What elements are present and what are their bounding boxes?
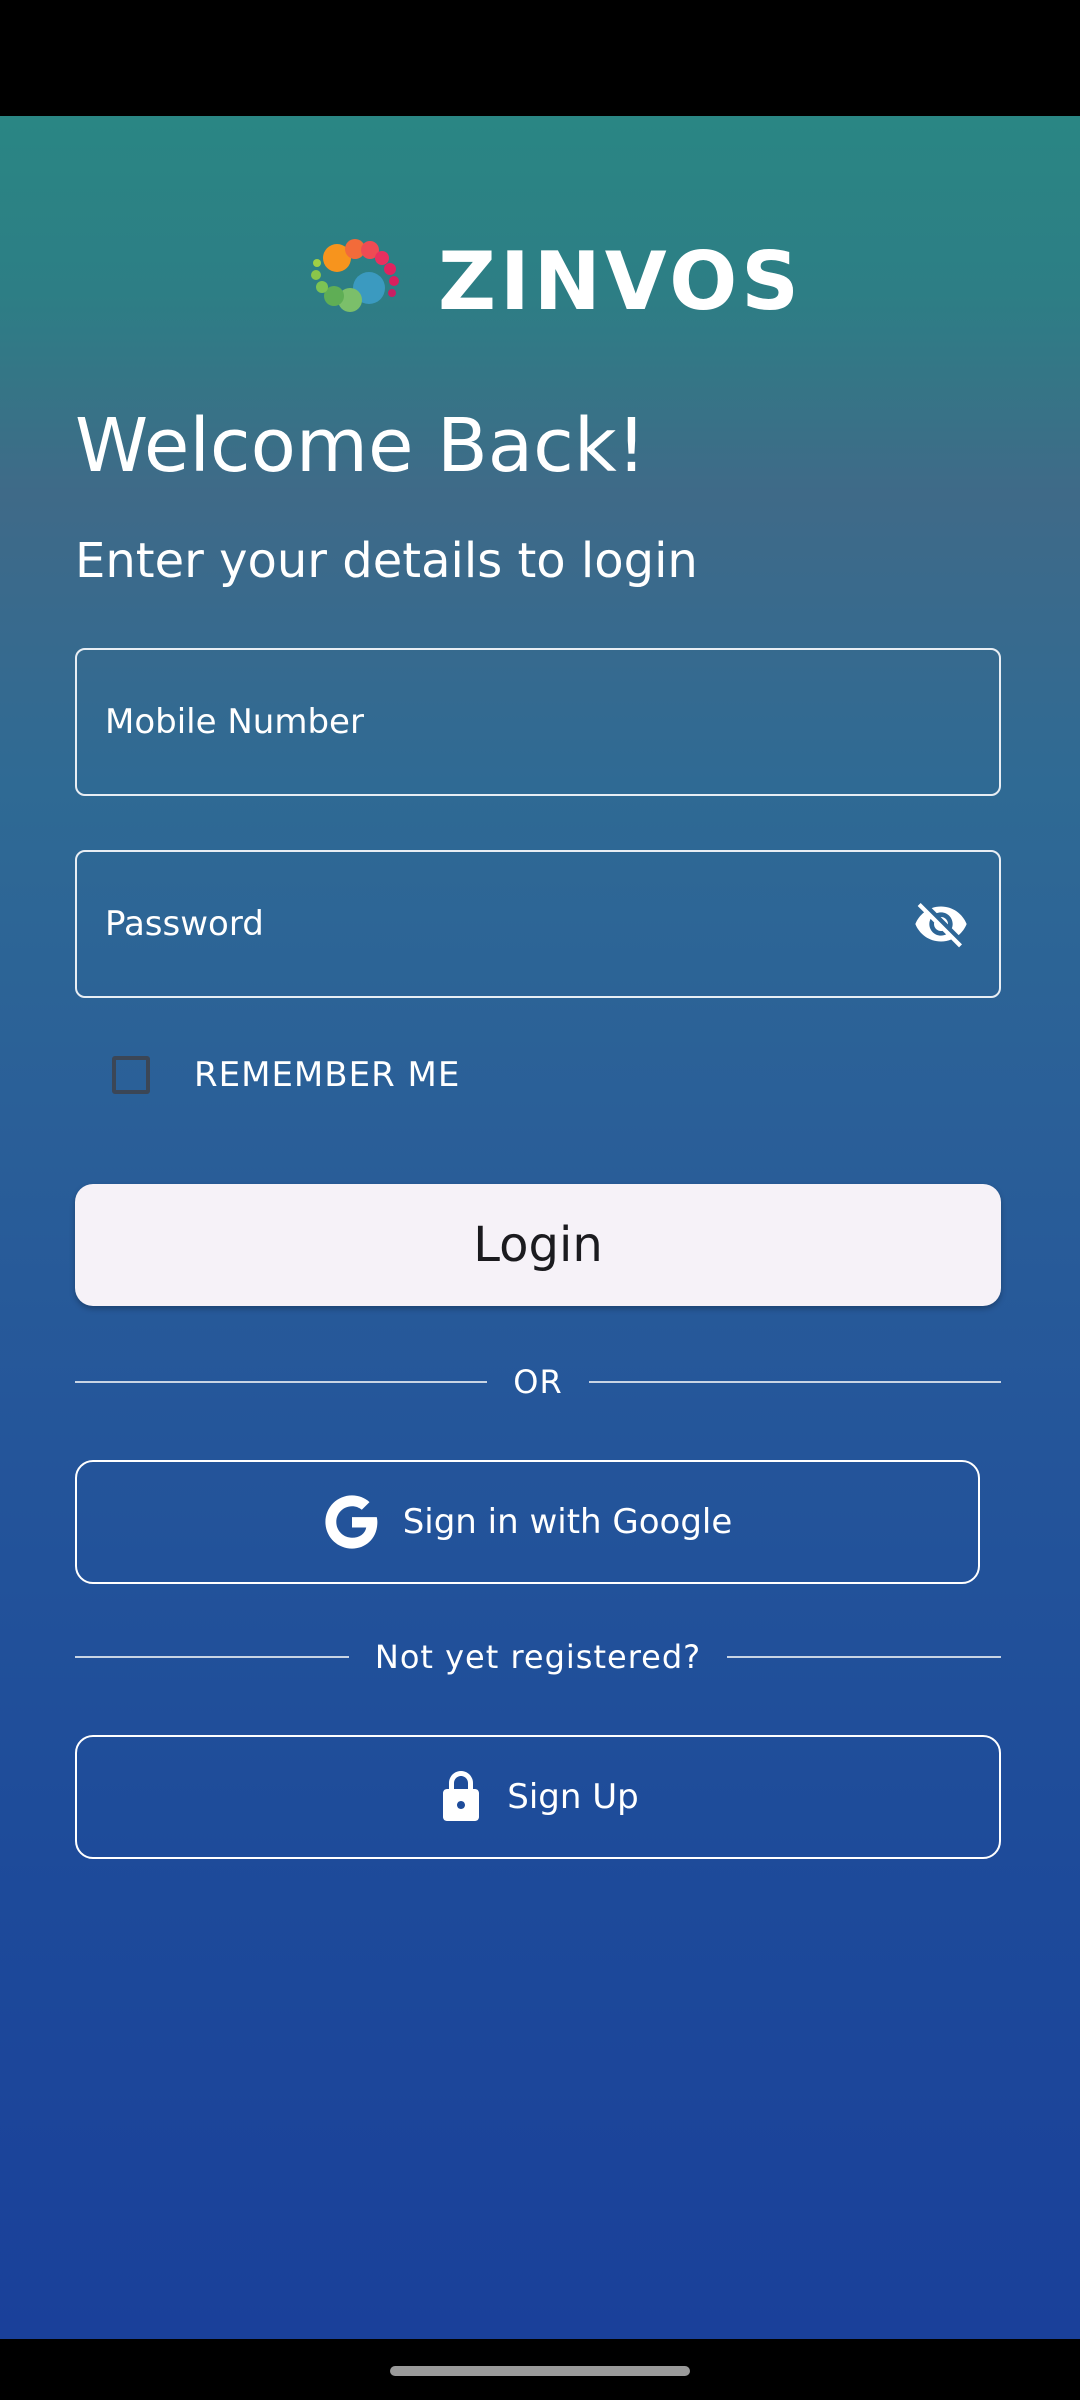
google-sign-in-button[interactable]: Sign in with Google bbox=[75, 1460, 980, 1584]
or-label: OR bbox=[513, 1363, 563, 1401]
google-icon bbox=[325, 1495, 378, 1549]
status-bar bbox=[0, 0, 1080, 116]
mobile-number-input[interactable] bbox=[77, 649, 999, 795]
lock-icon bbox=[443, 1771, 480, 1821]
mobile-number-field[interactable] bbox=[75, 648, 1001, 796]
login-screen: ZINVOS Welcome Back! Enter your details … bbox=[0, 116, 1080, 2339]
register-prompt: Not yet registered? bbox=[374, 1638, 702, 1676]
divider-line-left bbox=[75, 1656, 349, 1658]
divider-line-left bbox=[75, 1381, 488, 1383]
home-indicator[interactable] bbox=[390, 2366, 690, 2376]
sign-up-button[interactable]: Sign Up bbox=[75, 1735, 1001, 1859]
sign-up-label: Sign Up bbox=[507, 1777, 639, 1817]
register-divider: Not yet registered? bbox=[75, 1632, 1002, 1682]
page-title: Welcome Back! bbox=[75, 403, 647, 489]
divider-line-right bbox=[727, 1656, 1002, 1658]
eye-off-icon bbox=[915, 903, 967, 948]
password-input[interactable] bbox=[77, 851, 911, 997]
app-logo: ZINVOS bbox=[300, 232, 803, 332]
password-visibility-toggle[interactable] bbox=[911, 894, 971, 954]
google-sign-in-label: Sign in with Google bbox=[402, 1502, 733, 1542]
page-subtitle: Enter your details to login bbox=[75, 533, 698, 589]
login-button[interactable]: Login bbox=[75, 1184, 1001, 1306]
remember-me-row[interactable]: REMEMBER ME bbox=[112, 1050, 460, 1100]
divider-line-right bbox=[588, 1381, 1002, 1383]
remember-me-label: REMEMBER ME bbox=[194, 1055, 461, 1095]
password-field[interactable] bbox=[75, 850, 1001, 998]
brand-name: ZINVOS bbox=[438, 235, 803, 328]
remember-me-checkbox[interactable] bbox=[112, 1056, 150, 1094]
logo-mark bbox=[300, 232, 410, 332]
or-divider: OR bbox=[75, 1357, 1002, 1407]
